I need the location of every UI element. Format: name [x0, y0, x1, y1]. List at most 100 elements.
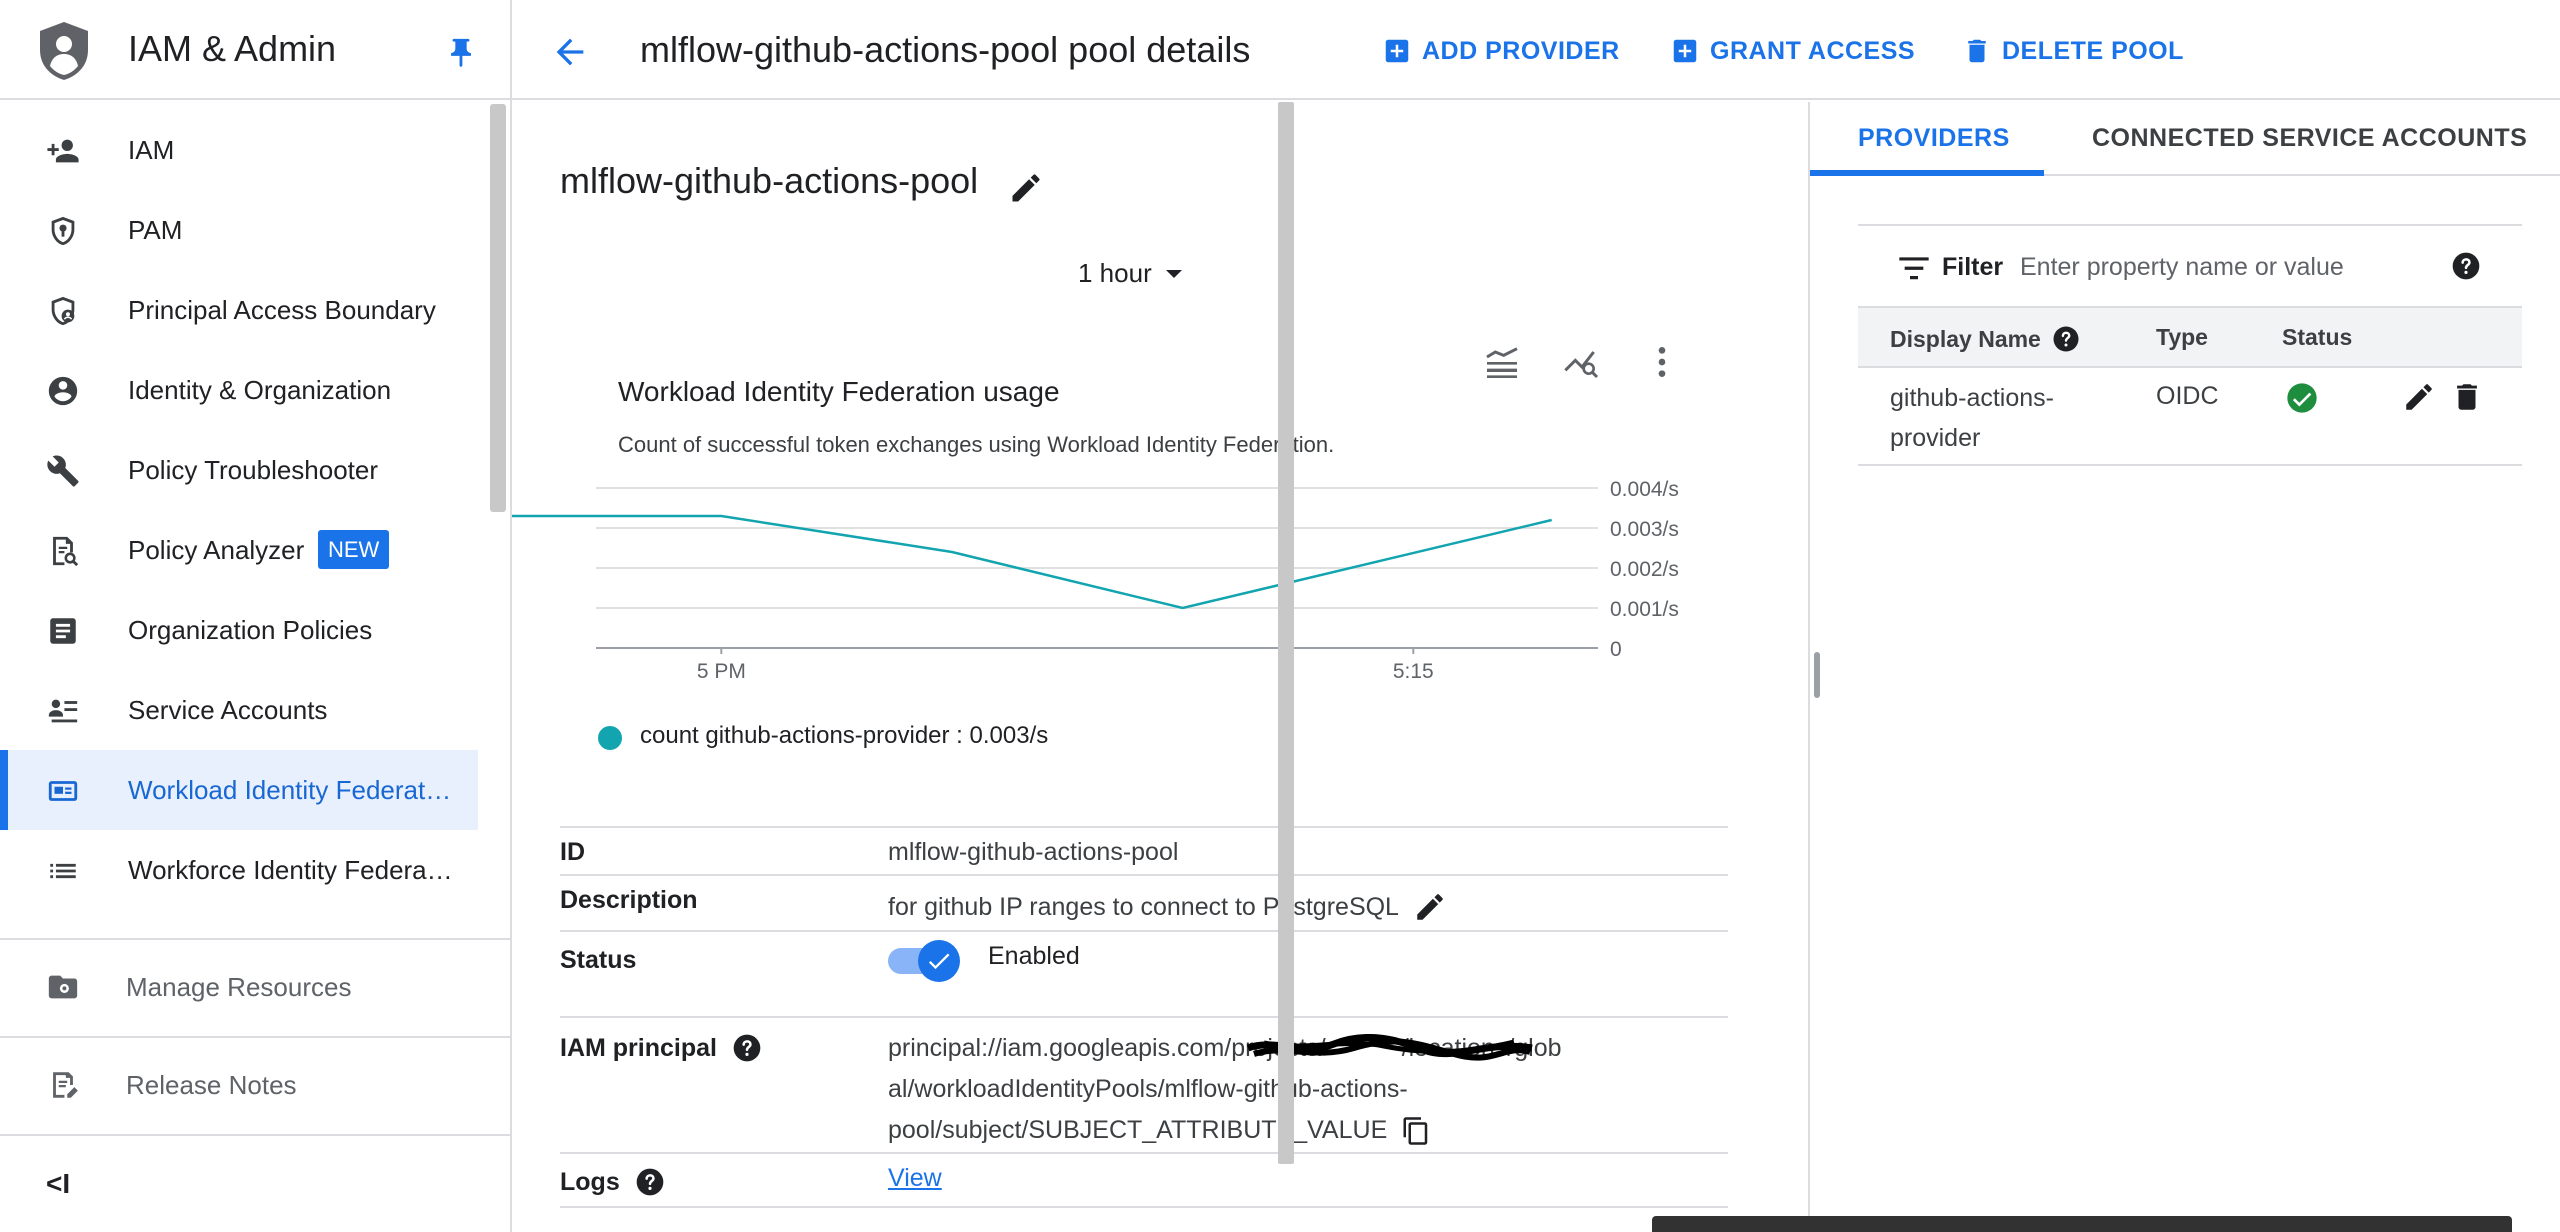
sidebar-item-release-notes[interactable]: Release Notes	[0, 1038, 510, 1134]
principal-line-3-wrap: pool/subject/SUBJECT_ATTRIBUTE_VALUE	[888, 1110, 1562, 1151]
sidebar-item-label: Service Accounts	[128, 695, 328, 725]
y-tick-label: 0.004/s	[1610, 478, 1679, 501]
shield-lock-icon	[51, 216, 75, 246]
principal-line-2: al/workloadIdentityPools/mlflow-github-a…	[888, 1075, 1408, 1103]
copy-icon[interactable]	[1401, 1116, 1431, 1146]
grant-access-label: GRANT ACCESS	[1710, 36, 1916, 65]
detail-value-id: mlflow-github-actions-pool	[888, 838, 1179, 866]
sidebar-item-label: Workload Identity Federation	[128, 775, 454, 805]
sidebar-scrollbar[interactable]	[490, 104, 506, 512]
provider-type: OIDC	[2156, 382, 2219, 410]
release-notes-icon	[53, 1072, 78, 1098]
list-icon	[50, 863, 76, 879]
series-line-github-actions-provider	[512, 514, 1552, 610]
sidebar-item-organization-policies[interactable]: Organization Policies	[0, 590, 478, 670]
wrench-icon	[47, 455, 79, 487]
trash-icon[interactable]	[2450, 380, 2484, 414]
shield-user-icon	[51, 296, 75, 326]
help-icon[interactable]	[2051, 324, 2081, 354]
y-tick-label: 0.003/s	[1610, 518, 1679, 541]
table-row[interactable]: github-actions-provider OIDC	[1858, 368, 2522, 466]
edit-pencil-icon[interactable]	[2402, 380, 2436, 414]
sidebar-item-manage-resources[interactable]: Manage Resources	[0, 940, 510, 1036]
collapse-sidebar-button[interactable]: <I	[46, 1168, 70, 1200]
sidebar-header: IAM & Admin	[0, 0, 510, 100]
sidebar: IAM & Admin IAM PAM Principal Access Bou…	[0, 0, 512, 1232]
status-value: Enabled	[988, 942, 1080, 970]
sidebar-item-label: Policy Troubleshooter	[128, 455, 379, 485]
detail-key-wrap: Logs	[560, 1166, 666, 1198]
help-icon[interactable]	[2450, 250, 2482, 282]
y-tick-label: 0	[1610, 638, 1622, 661]
check-icon	[928, 953, 950, 970]
sidebar-item-pam[interactable]: PAM	[0, 190, 478, 270]
help-icon[interactable]	[731, 1032, 763, 1064]
column-header-display-name[interactable]: Display Name	[1890, 324, 2081, 354]
iam-shield-logo-icon	[40, 22, 88, 80]
pool-details-panel: mlflow-github-actions-pool 1 hour Worklo…	[512, 102, 1790, 1232]
detail-row-status: Status Enabled	[560, 930, 1728, 1016]
detail-value-principal: principal://iam.googleapis.com/projects/…	[888, 1028, 1562, 1151]
page-title: mlflow-github-actions-pool pool details	[640, 29, 1251, 70]
sidebar-item-service-accounts[interactable]: Service Accounts	[0, 670, 478, 750]
tab-connected-service-accounts[interactable]: CONNECTED SERVICE ACCOUNTS	[2092, 124, 2527, 153]
y-tick-label: 0.002/s	[1610, 558, 1679, 581]
sidebar-item-label: Identity & Organization	[128, 375, 392, 405]
detail-key: Logs	[560, 1167, 620, 1196]
sidebar-item-workforce-identity-federation[interactable]: Workforce Identity Federation	[0, 830, 478, 910]
pin-icon[interactable]	[444, 36, 478, 70]
edit-pencil-icon[interactable]	[1413, 890, 1447, 924]
y-tick-label: 0.001/s	[1610, 598, 1679, 621]
app-title: IAM & Admin	[128, 28, 337, 69]
toggle-knob	[918, 940, 960, 982]
legend-label: count github-actions-provider : 0.003/s	[640, 722, 1049, 749]
trash-icon	[1968, 39, 1986, 63]
article-icon	[50, 618, 76, 644]
detail-key: Status	[560, 946, 637, 974]
x-tick-label: 5 PM	[697, 660, 746, 683]
principal-line-1: principal://iam.googleapis.com/projects/…	[888, 1028, 1562, 1069]
sidebar-item-label: IAM	[128, 135, 175, 165]
detail-row-iam-principal: IAM principal principal://iam.googleapis…	[560, 1016, 1728, 1152]
detail-key: ID	[560, 838, 585, 866]
detail-value-description-wrap: for github IP ranges to connect to Postg…	[888, 890, 1447, 924]
detail-value-description: for github IP ranges to connect to Postg…	[888, 892, 1399, 921]
add-provider-button[interactable]: ADD PROVIDER	[1382, 34, 1620, 68]
sidebar-item-label: Principal Access Boundary	[128, 295, 436, 325]
sidebar-item-policy-analyzer[interactable]: Policy Analyzer NEW	[0, 510, 478, 590]
logs-view-link[interactable]: View	[888, 1164, 942, 1193]
sidebar-item-label: Policy Analyzer	[128, 535, 305, 565]
filter-icon	[1899, 257, 1929, 280]
badge-icon	[48, 781, 78, 801]
sidebar-item-identity-organization[interactable]: Identity & Organization	[0, 350, 478, 430]
column-header-label: Display Name	[1890, 325, 2041, 352]
status-toggle[interactable]	[888, 938, 964, 982]
policy-analyzer-icon	[53, 536, 79, 567]
sidebar-item-workload-identity-federation[interactable]: Workload Identity Federation	[0, 750, 478, 830]
detail-row-id: ID mlflow-github-actions-pool	[560, 826, 1728, 874]
sidebar-item-label: Organization Policies	[128, 615, 373, 645]
column-header-status[interactable]: Status	[2282, 324, 2352, 351]
principal-line-3: pool/subject/SUBJECT_ATTRIBUTE_VALUE	[888, 1116, 1388, 1144]
provider-display-name: github-actions-provider	[1890, 384, 2054, 452]
filter-label: Filter	[1942, 253, 2004, 281]
sidebar-item-policy-troubleshooter[interactable]: Policy Troubleshooter	[0, 430, 478, 510]
delete-pool-label: DELETE POOL	[2002, 36, 2184, 65]
filter-input[interactable]	[2020, 244, 2440, 290]
active-tab-indicator	[1810, 170, 2044, 176]
column-header-type[interactable]: Type	[2156, 324, 2208, 351]
grant-access-button[interactable]: GRANT ACCESS	[1670, 34, 1915, 68]
divider	[0, 1134, 510, 1136]
sidebar-item-iam[interactable]: IAM	[0, 110, 478, 190]
usage-line-chart: 00.001/s0.002/s0.003/s0.004/s4:304:455 P…	[512, 478, 1679, 683]
sidebar-item-principal-access-boundary[interactable]: Principal Access Boundary	[0, 270, 478, 350]
tab-providers[interactable]: PROVIDERS	[1858, 124, 2010, 153]
help-icon[interactable]	[634, 1166, 666, 1198]
main-scrollbar[interactable]	[1278, 102, 1294, 1164]
detail-key: IAM principal	[560, 1033, 717, 1062]
add-box-icon	[1385, 39, 1409, 63]
person-add-icon	[47, 139, 79, 163]
new-badge: NEW	[318, 530, 390, 569]
back-arrow-icon[interactable]	[550, 32, 590, 72]
delete-pool-button[interactable]: DELETE POOL	[1962, 34, 2184, 68]
